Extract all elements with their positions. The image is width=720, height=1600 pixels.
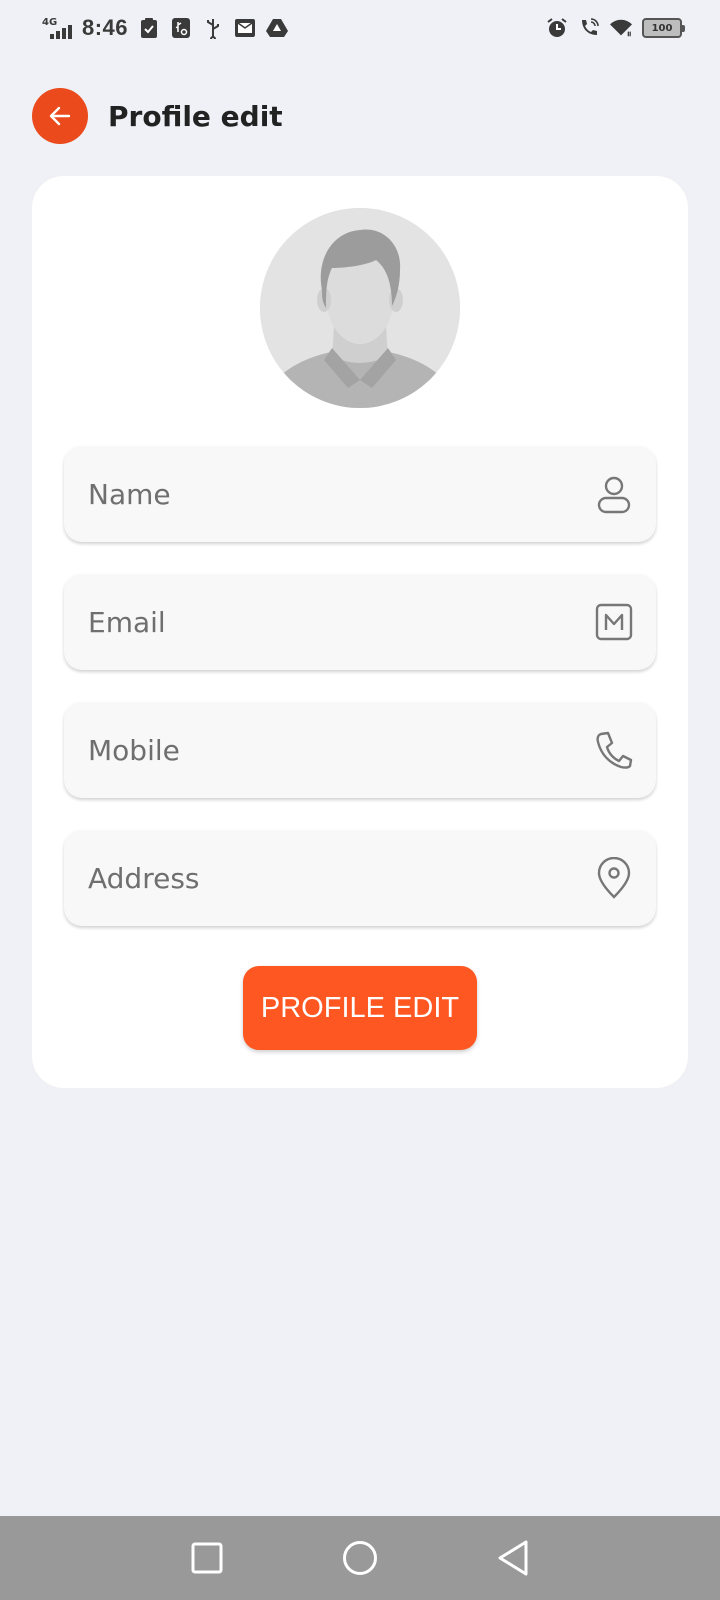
back-nav-button[interactable] <box>491 1536 535 1580</box>
battery-level: 100 <box>651 22 673 34</box>
usb-icon <box>202 17 224 39</box>
name-input[interactable] <box>88 477 568 511</box>
mobile-input[interactable] <box>88 733 568 767</box>
email-input[interactable] <box>88 605 568 639</box>
clipboard-check-icon <box>138 17 160 39</box>
status-bar: 4G 8:46 100 <box>0 0 720 56</box>
address-input[interactable] <box>88 861 568 895</box>
person-silhouette-icon <box>260 208 460 408</box>
profile-edit-button[interactable]: PROFILE EDIT <box>243 966 477 1050</box>
back-button[interactable] <box>32 88 88 144</box>
location-pin-icon <box>594 857 634 899</box>
header: Profile edit <box>32 88 283 144</box>
status-bar-left: 4G 8:46 <box>42 15 289 41</box>
status-bar-right: 100 <box>546 17 685 39</box>
wifi-icon <box>610 17 632 39</box>
address-field[interactable] <box>64 830 656 926</box>
status-time: 8:46 <box>82 15 129 40</box>
wifi-calling-icon <box>578 17 600 39</box>
calendar-mail-icon <box>234 17 256 39</box>
usb-settings-icon <box>170 17 192 39</box>
mail-icon <box>594 602 634 642</box>
circle-icon <box>342 1540 378 1576</box>
signal-icon: 4G <box>42 15 72 41</box>
avatar[interactable] <box>260 208 460 408</box>
profile-card: PROFILE EDIT <box>32 176 688 1088</box>
home-button[interactable] <box>338 1536 382 1580</box>
mobile-field[interactable] <box>64 702 656 798</box>
square-icon <box>191 1542 223 1574</box>
system-nav-bar <box>0 1516 720 1600</box>
person-icon <box>594 474 634 514</box>
triangle-back-icon <box>496 1539 530 1577</box>
email-field[interactable] <box>64 574 656 670</box>
phone-icon <box>594 730 634 770</box>
drive-icon <box>266 17 289 39</box>
recents-button[interactable] <box>185 1536 229 1580</box>
battery-icon: 100 <box>642 18 685 38</box>
page-title: Profile edit <box>108 99 283 133</box>
name-field[interactable] <box>64 446 656 542</box>
alarm-icon <box>546 17 568 39</box>
arrow-left-icon <box>46 102 74 130</box>
